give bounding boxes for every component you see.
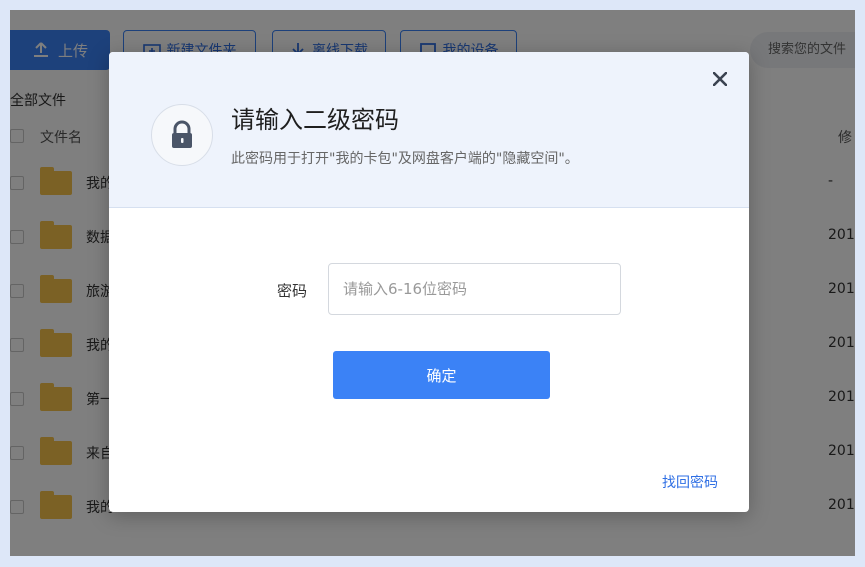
confirm-button[interactable]: 确定: [333, 351, 550, 399]
close-button[interactable]: [707, 66, 733, 92]
password-label: 密码: [277, 282, 308, 300]
password-input[interactable]: [328, 263, 621, 315]
confirm-label: 确定: [426, 367, 457, 385]
close-icon: [713, 72, 727, 86]
lock-icon: [172, 120, 192, 148]
dialog-description: 此密码用于打开"我的卡包"及网盘客户端的"隐藏空间"。: [231, 151, 579, 167]
lock-badge: [151, 104, 213, 166]
forgot-password-link[interactable]: 找回密码: [662, 472, 718, 492]
password-dialog: 请输入二级密码 此密码用于打开"我的卡包"及网盘客户端的"隐藏空间"。 密码 确…: [109, 52, 749, 512]
dialog-header: 请输入二级密码 此密码用于打开"我的卡包"及网盘客户端的"隐藏空间"。: [109, 52, 749, 208]
dialog-title: 请输入二级密码: [231, 106, 399, 134]
